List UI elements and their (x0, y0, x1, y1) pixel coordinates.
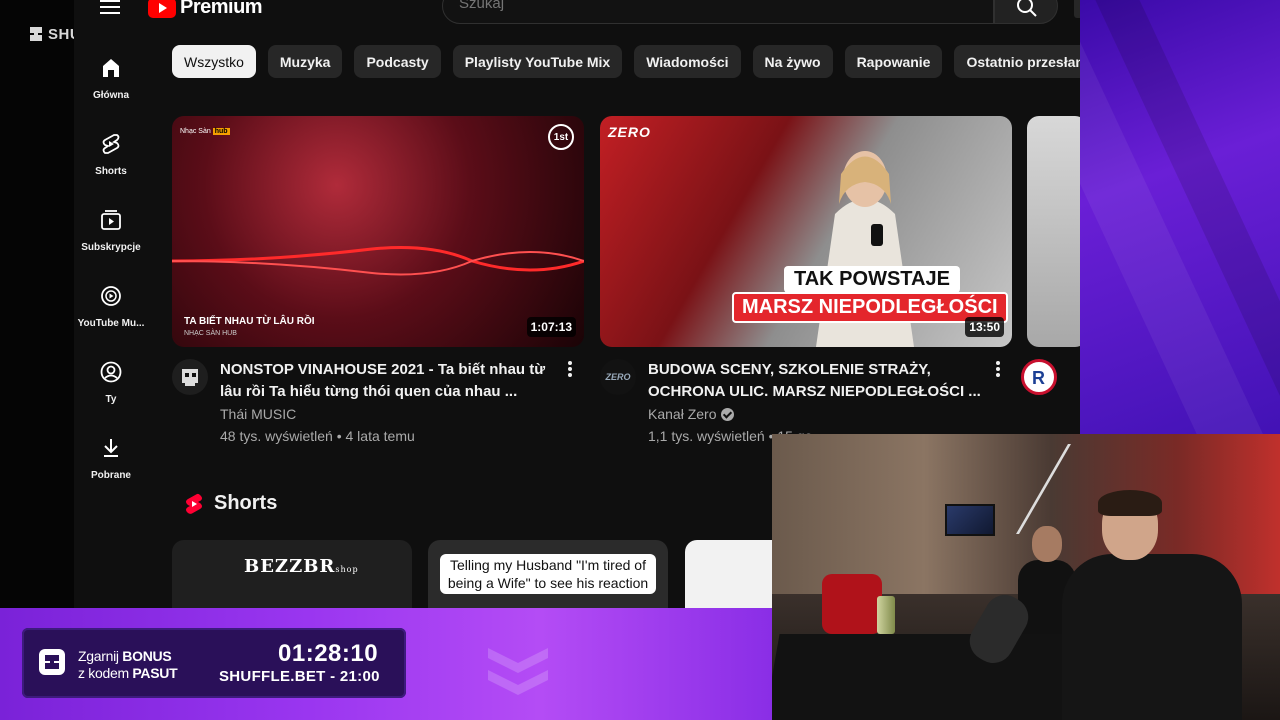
sidebar-item-label: Subskrypcje (81, 242, 141, 253)
video-duration: 1:07:13 (526, 317, 576, 337)
video-thumbnail[interactable] (1027, 116, 1080, 347)
short-card[interactable]: BEZZBRshop (172, 540, 412, 608)
sidebar-item-label: Pobrane (90, 470, 131, 481)
video-card[interactable]: ZERO TAK POWSTAJE MARSZ NIEPODLEGŁOŚCI 1… (600, 116, 1012, 449)
stream-left-strip: SHUFFLE (0, 0, 120, 608)
thumbnail-corner-badge: 1st (548, 124, 574, 150)
webcam-feed (772, 434, 1280, 720)
youtube-logo[interactable]: Premium (148, 0, 263, 19)
shuffle-logo-icon (30, 27, 42, 41)
video-meta: NONSTOP VINAHOUSE 2021 - Ta biết nhau từ… (172, 359, 584, 449)
sidebar-item-home[interactable]: Główna (74, 46, 148, 122)
chip-mix-playlists[interactable]: Playlisty YouTube Mix (452, 45, 623, 78)
promo-line-1: Zgarnij BONUS (78, 648, 172, 664)
sidebar-item-subscriptions[interactable]: Subskrypcje (74, 198, 148, 274)
more-options-icon[interactable] (568, 361, 572, 377)
sidebar-item-label: YouTube Mu... (77, 318, 145, 329)
promo-line-2: z kodem PASUT (78, 665, 178, 681)
chip-podcasts[interactable]: Podcasty (354, 45, 441, 78)
chip-rap[interactable]: Rapowanie (844, 45, 943, 78)
sidebar-item-downloads[interactable]: Pobrane (74, 426, 148, 502)
stream-overlay-panel (1080, 0, 1280, 434)
video-card[interactable]: Nhạc Sàn hub 1st TA BIẾT NHAU TỪ LÂU RỒI… (172, 116, 584, 449)
channel-avatar[interactable] (172, 359, 208, 395)
pixel-skull-icon (182, 369, 198, 386)
promo-site: SHUFFLE.BET - 21:00 (219, 668, 380, 685)
shorts-icon (102, 134, 120, 154)
video-title[interactable]: BUDOWA SCENY, SZKOLENIE STRAŻY, OCHRONA … (648, 359, 988, 403)
chip-recently-uploaded[interactable]: Ostatnio przesłane (954, 45, 1080, 78)
thumbnail-text: TA BIẾT NHAU TỪ LÂU RỒI (184, 316, 315, 327)
search-icon (1017, 0, 1037, 17)
chevron-decoration-icon (488, 648, 548, 695)
filter-chips: Wszystko Muzyka Podcasty Playlisty YouTu… (172, 45, 1080, 78)
shorts-heading: Shorts (214, 492, 278, 514)
subscriptions-icon (101, 210, 121, 230)
more-options-icon[interactable] (996, 361, 1000, 377)
thumbnail-channel-logo: ZERO (608, 124, 651, 140)
short-thumbnail-brand: BEZZBRshop (244, 556, 359, 577)
search-button[interactable] (994, 0, 1058, 24)
chip-music[interactable]: Muzyka (267, 45, 343, 78)
sidebar-item-you[interactable]: Ty (74, 350, 148, 426)
sidebar-item-youtube-music[interactable]: YouTube Mu... (74, 274, 148, 350)
chip-news[interactable]: Wiadomości (634, 45, 741, 78)
shuffle-icon (39, 649, 65, 675)
sidebar-item-label: Ty (105, 394, 117, 405)
video-thumbnail[interactable]: Nhạc Sàn hub 1st TA BIẾT NHAU TỪ LÂU RỒI… (172, 116, 584, 347)
webcam-tv (945, 504, 995, 536)
user-icon (100, 361, 122, 383)
video-thumbnail[interactable]: ZERO TAK POWSTAJE MARSZ NIEPODLEGŁOŚCI 1… (600, 116, 1012, 347)
channel-avatar[interactable]: ZERO (600, 359, 636, 395)
thumbnail-headline-1: TAK POWSTAJE (784, 266, 960, 293)
menu-icon[interactable] (100, 0, 120, 16)
video-title[interactable]: NONSTOP VINAHOUSE 2021 - Ta biết nhau từ… (220, 359, 560, 403)
svg-text:R: R (1032, 368, 1045, 388)
video-card[interactable]: R (1021, 116, 1080, 449)
video-stats: 48 tys. wyświetleń • 4 lata temu (220, 428, 415, 444)
chip-live[interactable]: Na żywo (752, 45, 833, 78)
sidebar-item-shorts[interactable]: Shorts (74, 122, 148, 198)
promo-timer: 01:28:10 (278, 640, 379, 667)
shorts-section-header: Shorts (184, 492, 277, 515)
sidebar-item-label: Główna (92, 90, 130, 101)
republika-logo-icon: R (1032, 368, 1045, 388)
youtube-music-icon (101, 286, 121, 306)
shorts-logo-icon (186, 493, 202, 514)
youtube-play-icon (148, 0, 176, 18)
sidebar-item-label: Shorts (95, 166, 127, 177)
search-input[interactable] (459, 0, 919, 12)
waveform-graphic (172, 246, 584, 276)
thumbnail-subtext: NHẠC SÀN HUB (184, 330, 237, 337)
channel-name[interactable]: Kanał Zero (648, 406, 735, 422)
home-icon (103, 59, 119, 77)
channel-name[interactable]: Thái MUSIC (220, 406, 296, 422)
webcam-streamer (1062, 490, 1252, 720)
bonus-code-box: Zgarnij BONUS z kodem PASUT 01:28:10 SHU… (22, 628, 406, 698)
short-caption: Telling my Husband "I'm tired of being a… (440, 554, 656, 594)
sidebar: Główna Shorts Subskrypcje YouTube Mu... … (74, 46, 148, 502)
promo-banner: Zgarnij BONUS z kodem PASUT 01:28:10 SHU… (0, 608, 772, 720)
search-box (442, 0, 994, 24)
youtube-logo-text: Premium (180, 0, 263, 18)
verified-icon (721, 407, 735, 421)
thumbnail-tag: Nhạc Sàn hub (180, 128, 230, 135)
youtube-topbar: Premium (74, 0, 1080, 28)
download-icon (104, 439, 118, 457)
video-duration: 13:50 (965, 317, 1004, 337)
chip-all[interactable]: Wszystko (172, 45, 256, 78)
short-card[interactable]: Telling my Husband "I'm tired of being a… (428, 540, 668, 608)
channel-avatar[interactable]: R (1021, 359, 1057, 395)
